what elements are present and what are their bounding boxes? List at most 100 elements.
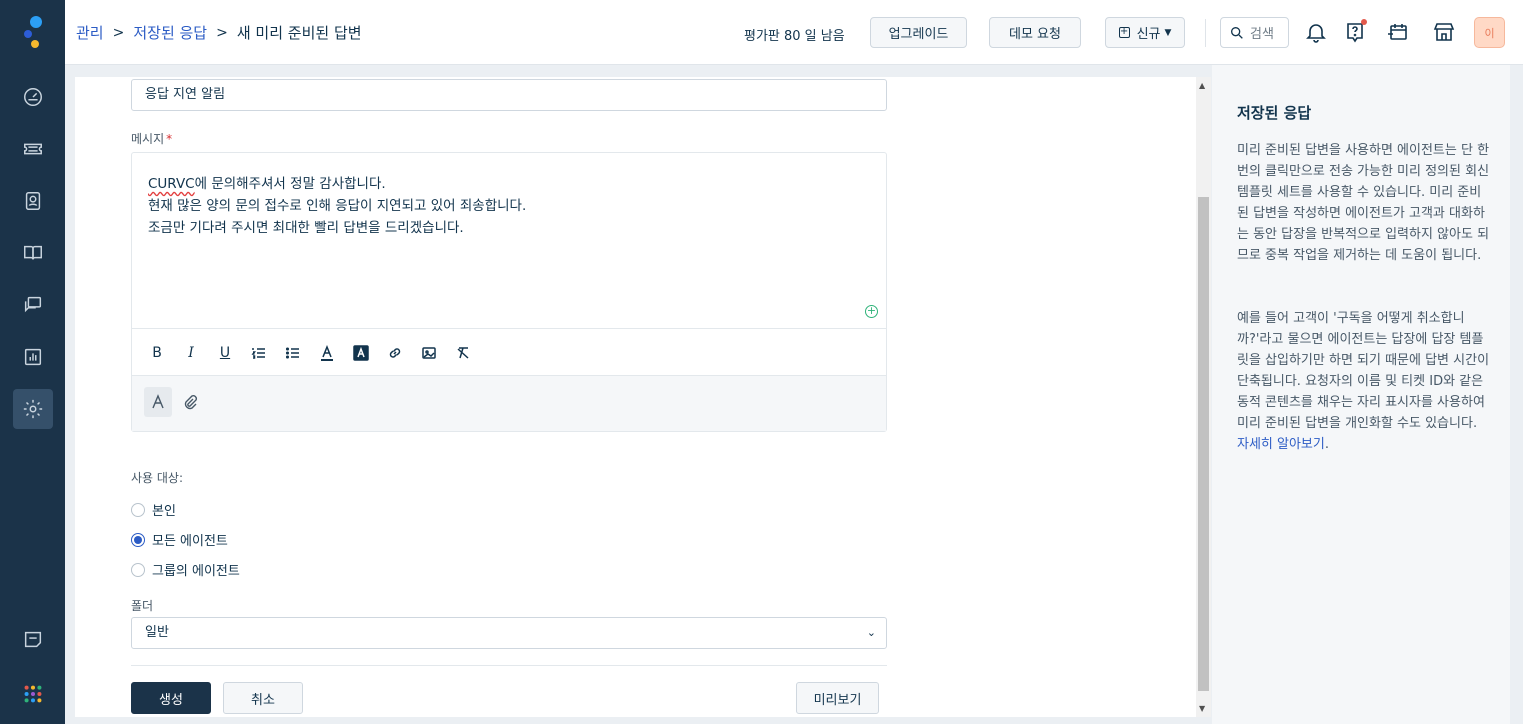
image-icon [422,347,436,359]
text-color-button[interactable] [317,343,337,363]
bold-button[interactable]: B [147,343,167,363]
upgrade-button[interactable]: 업그레이드 [870,17,967,48]
radio-group-agents[interactable] [131,562,145,577]
ordered-list-icon [251,348,265,359]
scroll-thumb[interactable] [1198,197,1209,691]
breadcrumb-canned-responses[interactable]: 저장된 응답 [133,22,207,43]
sidebar-item-reports[interactable] [13,337,53,377]
sidebar-item-knowledge-base[interactable] [13,233,53,273]
help-panel-paragraph-1: 미리 준비된 답변을 사용하면 에이전트는 단 한번의 클릭만으로 전송 가능한… [1237,143,1490,263]
visibility-label: 사용 대상: [131,471,184,485]
editor-footer [132,376,886,431]
create-button[interactable]: 생성 [131,682,211,714]
chart-icon [24,348,42,366]
highlight-icon [353,345,369,361]
radio-all-agents-label: 모든 에이전트 [152,534,228,549]
formatting-toggle-button[interactable] [144,387,172,417]
breadcrumb: 관리 > 저장된 응답 > 새 미리 준비된 답변 [76,22,362,43]
breadcrumb-admin[interactable]: 관리 [76,22,104,43]
highlight-button[interactable] [351,343,371,363]
help-panel-paragraph-2: 예를 들어 고객이 '구독을 어떻게 취소합니까?'라고 물으면 에이전트는 답… [1237,308,1493,455]
folder-selected-value: 일반 [145,625,169,640]
radio-all-agents[interactable] [131,532,145,547]
link-button[interactable] [385,343,405,363]
radio-myself-label: 본인 [152,504,176,519]
main-scrollbar[interactable]: ▲ ▼ [1196,77,1211,717]
visibility-option-group-agents[interactable]: 그룹의 에이전트 [131,560,240,579]
response-title-input[interactable]: 응답 지연 알림 [131,79,887,111]
attachment-button[interactable] [176,387,204,417]
chat-icon [24,296,42,313]
grid-dots-icon [24,685,42,703]
sidebar-item-tickets[interactable] [13,129,53,169]
clear-format-icon [457,347,469,359]
new-dropdown-button[interactable]: + 신규 ▼ [1105,17,1185,48]
message-brand: CURVC [148,176,195,192]
sidebar-item-conversations[interactable] [13,285,53,325]
chevron-right-icon: > [216,24,228,41]
form-divider [131,665,887,666]
help-panel-title: 저장된 응답 [1237,104,1312,122]
editor-toolbar: B I U [132,328,886,376]
insert-image-button[interactable] [419,343,439,363]
search-input[interactable]: 검색 [1220,17,1289,48]
clear-format-button[interactable] [453,343,473,363]
sidebar-item-contacts[interactable] [13,181,53,221]
preview-button[interactable]: 미리보기 [796,682,879,714]
marketplace-button[interactable] [1430,18,1458,46]
chevron-down-icon: ⌄ [866,626,876,639]
notifications-button[interactable] [1302,18,1330,46]
learn-more-link[interactable]: 자세히 알아보기 [1237,437,1325,452]
folder-select[interactable]: 일반 ⌄ [131,617,887,649]
search-icon [1231,26,1243,39]
chevron-down-icon: ▼ [1164,27,1172,38]
paperclip-icon [184,395,197,410]
message-line-3: 조금만 기다려 주시면 최대한 빨리 답변을 드리겠습니다. [148,220,464,236]
message-label-text: 메시지 [131,132,165,146]
sidebar [0,0,65,724]
message-icon [24,631,42,648]
avatar[interactable]: 이 [1474,17,1505,48]
ordered-list-button[interactable] [249,343,269,363]
store-icon [1433,23,1455,41]
book-icon [24,245,42,260]
calendar-icon [1388,24,1407,40]
sidebar-item-dashboard[interactable] [13,77,53,117]
italic-button[interactable]: I [181,343,201,363]
bullet-list-icon [285,347,299,359]
message-editor[interactable]: CURVC에 문의해주셔서 정말 감사합니다. 현재 많은 양의 문의 접수로 … [131,152,887,432]
visibility-option-all-agents[interactable]: 모든 에이전트 [131,530,228,549]
message-body[interactable]: CURVC에 문의해주셔서 정말 감사합니다. 현재 많은 양의 문의 접수로 … [148,173,526,239]
bullet-list-button[interactable] [283,343,303,363]
right-edge [1510,65,1523,724]
font-icon [152,394,164,409]
radio-myself[interactable] [131,502,145,517]
apps-launcher[interactable] [13,674,53,714]
message-line-1: CURVC에 문의해주셔서 정말 감사합니다. [148,173,526,195]
message-line-1-text: 에 문의해주셔서 정말 감사합니다. [194,176,386,192]
breadcrumb-current: 새 미리 준비된 답변 [236,24,362,42]
help-panel-paragraph-2-text: 예를 들어 고객이 '구독을 어떻게 취소합니까?'라고 물으면 에이전트는 답… [1237,311,1490,431]
help-button[interactable] [1341,18,1369,46]
learn-more-suffix: . [1324,437,1329,452]
scroll-down-arrow[interactable]: ▼ [1199,704,1205,713]
underline-button[interactable]: U [215,343,235,363]
radio-group-agents-label: 그룹의 에이전트 [152,564,240,579]
sidebar-item-admin[interactable] [13,389,53,429]
cancel-button[interactable]: 취소 [223,682,303,714]
help-panel: 저장된 응답 미리 준비된 답변을 사용하면 에이전트는 단 한번의 클릭만으로… [1212,65,1510,724]
scroll-up-arrow[interactable]: ▲ [1199,81,1205,90]
chevron-right-icon: > [112,24,125,41]
link-icon [389,348,401,358]
add-placeholder-icon[interactable]: + [865,305,878,318]
visibility-option-myself[interactable]: 본인 [131,500,176,519]
main-content: 응답 지연 알림 메시지 * CURVC에 문의해주셔서 정말 감사합니다. 현재… [75,77,1196,717]
calendar-button[interactable] [1384,18,1412,46]
text-color-icon [321,345,333,361]
bell-icon [1306,24,1326,43]
app-logo[interactable] [20,14,46,50]
request-demo-button[interactable]: 데모 요청 [989,17,1081,48]
folder-label: 폴더 [131,599,154,613]
sidebar-item-chat-widget[interactable] [13,619,53,659]
message-label: 메시지 * [131,130,172,147]
